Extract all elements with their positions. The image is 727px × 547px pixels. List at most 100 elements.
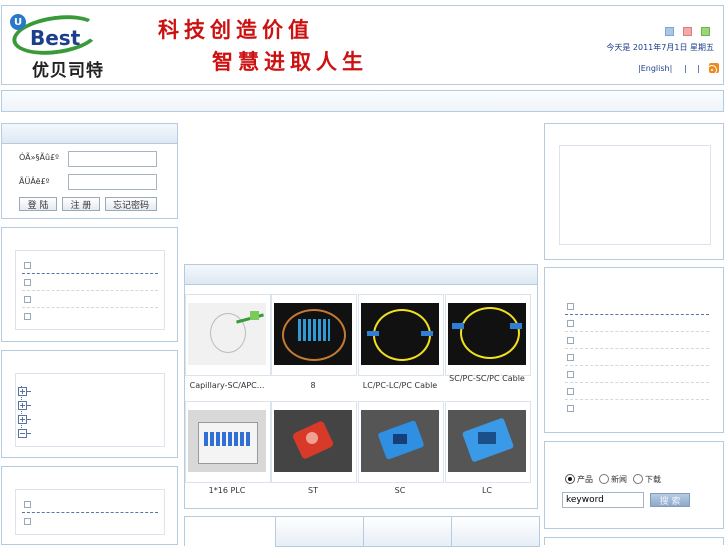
logo-wordmark: Best (30, 26, 81, 50)
product-caption[interactable]: 1*16 PLC (184, 485, 270, 497)
radio-news-label: 新闻 (611, 474, 627, 484)
list-item[interactable] (565, 298, 709, 315)
search-button[interactable]: 搜 索 (650, 493, 690, 507)
date-text: 今天是 2011年7月1日 星期五 (606, 43, 714, 52)
product-image[interactable] (188, 303, 266, 365)
list-item[interactable] (22, 291, 158, 308)
left-bottom-list-panel (1, 466, 178, 545)
category-tree-box (15, 373, 165, 447)
forgot-password-button[interactable]: 忘记密码 (105, 197, 157, 211)
theme-swatch-green[interactable] (701, 27, 710, 36)
left-list-panel (1, 227, 178, 342)
register-button[interactable]: 注 册 (62, 197, 100, 211)
tab-2[interactable] (275, 516, 364, 547)
right-list-panel (544, 267, 724, 433)
bullet-square-icon (24, 518, 31, 525)
product-image[interactable] (274, 303, 352, 365)
list-item[interactable] (565, 332, 709, 349)
product-image[interactable] (361, 410, 439, 472)
product-panel-header (185, 265, 537, 285)
bullet-square-icon (567, 388, 574, 395)
product-caption[interactable]: SC/PC-SC/PC Cable (444, 373, 530, 385)
login-button[interactable]: 登 陆 (19, 197, 57, 211)
rss-icon[interactable] (709, 63, 719, 73)
product-card[interactable] (445, 294, 531, 376)
product-caption[interactable]: ST (270, 485, 356, 497)
product-card[interactable] (185, 294, 271, 376)
product-card[interactable] (445, 401, 531, 483)
left-list-box (15, 250, 165, 330)
username-label: ÓÃ»§Ãû£º (19, 153, 59, 162)
product-card[interactable] (271, 294, 357, 376)
bullet-square-icon (24, 279, 31, 286)
password-input[interactable] (68, 174, 157, 190)
list-item[interactable] (22, 513, 158, 529)
radio-downloads[interactable] (633, 474, 643, 484)
list-item[interactable] (565, 400, 709, 416)
radio-products[interactable] (565, 474, 575, 484)
right-top-box (559, 145, 711, 245)
product-card[interactable] (358, 294, 444, 376)
navigation-bar (1, 90, 724, 112)
product-caption[interactable]: 8 (270, 380, 356, 392)
right-top-panel (544, 123, 724, 260)
product-caption[interactable]: SC (357, 485, 443, 497)
search-panel: 产品 新闻 下载 搜 索 (544, 441, 724, 529)
product-image[interactable] (361, 303, 439, 365)
slogan-line-1: 科技创造价值 (158, 17, 314, 42)
product-card[interactable] (185, 401, 271, 483)
bullet-square-icon (24, 501, 31, 508)
slogan-line-2: 智慧进取人生 (212, 49, 368, 74)
logo-u-badge: U (10, 14, 26, 30)
tab-1[interactable] (184, 516, 276, 546)
header-bar: U Best 优贝司特 科技创造价值 智慧进取人生 今天是 2011年7月1日 … (1, 5, 724, 85)
list-item[interactable] (22, 308, 158, 324)
product-caption[interactable]: LC/PC-LC/PC Cable (357, 380, 443, 392)
bullet-square-icon (567, 320, 574, 327)
bullet-square-icon (24, 296, 31, 303)
theme-swatch-red[interactable] (683, 27, 692, 36)
login-panel: ÓÃ»§Ãû£º ÃÜÂë£º 登 陆 注 册 忘记密码 (1, 123, 178, 219)
list-item[interactable] (565, 315, 709, 332)
right-bottom-panel (544, 537, 724, 545)
theme-swatch-blue[interactable] (665, 27, 674, 36)
site-logo[interactable]: U Best 优贝司特 (9, 10, 120, 81)
product-caption[interactable]: LC (444, 485, 530, 497)
bullet-square-icon (567, 371, 574, 378)
search-input[interactable] (562, 492, 644, 508)
radio-products-label: 产品 (577, 474, 593, 484)
product-image[interactable] (448, 410, 526, 472)
radio-news[interactable] (599, 474, 609, 484)
list-item[interactable] (565, 349, 709, 366)
tab-4[interactable] (451, 516, 540, 547)
product-image[interactable] (448, 303, 526, 365)
list-item[interactable] (22, 257, 158, 274)
product-image[interactable] (274, 410, 352, 472)
list-item[interactable] (565, 366, 709, 383)
link-separator: | (697, 64, 700, 73)
product-card[interactable] (271, 401, 357, 483)
left-bottom-list-box (15, 489, 165, 535)
link-separator: | (684, 64, 687, 73)
login-panel-header (2, 124, 177, 144)
bullet-square-icon (567, 303, 574, 310)
list-item[interactable] (565, 383, 709, 400)
bullet-square-icon (24, 262, 31, 269)
bullet-square-icon (567, 405, 574, 412)
bullet-square-icon (567, 354, 574, 361)
category-tree-panel (1, 350, 178, 458)
bullet-square-icon (24, 313, 31, 320)
password-label: ÃÜÂë£º (19, 177, 50, 186)
tab-3[interactable] (363, 516, 452, 547)
product-caption[interactable]: Capillary-SC/APC... (184, 380, 270, 392)
right-list-box (559, 290, 709, 418)
bullet-square-icon (567, 337, 574, 344)
username-input[interactable] (68, 151, 157, 167)
list-item[interactable] (22, 274, 158, 291)
lang-link-english[interactable]: |English| (638, 64, 672, 73)
product-image[interactable] (188, 410, 266, 472)
list-item[interactable] (22, 496, 158, 513)
product-card[interactable] (358, 401, 444, 483)
search-options: 产品 新闻 下载 (565, 472, 715, 486)
radio-downloads-label: 下载 (645, 474, 661, 484)
